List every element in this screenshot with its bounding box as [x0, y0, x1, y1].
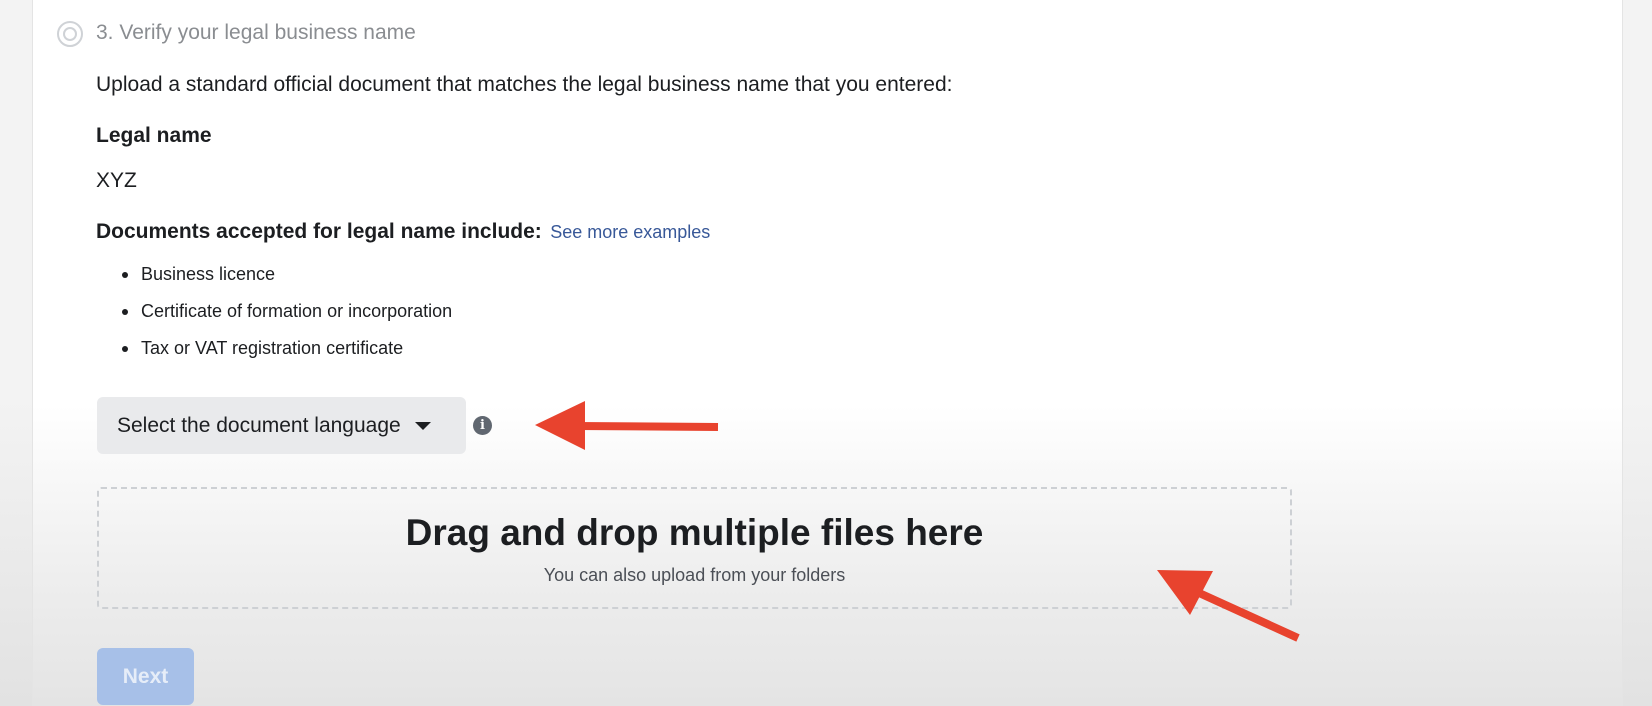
file-dropzone[interactable]: Drag and drop multiple files here You ca… [97, 487, 1292, 609]
see-more-examples-link[interactable]: See more examples [550, 222, 710, 242]
caret-down-icon [414, 421, 431, 430]
list-item: Tax or VAT registration certificate [120, 338, 452, 375]
next-button[interactable]: Next [97, 648, 194, 705]
step-radio-icon [57, 21, 83, 47]
info-icon[interactable]: i [473, 416, 492, 435]
documents-accepted-line: Documents accepted for legal name includ… [96, 220, 710, 244]
dropzone-title: Drag and drop multiple files here [405, 512, 984, 553]
document-language-select[interactable]: Select the document language [97, 397, 466, 454]
legal-name-value: XYZ [96, 169, 137, 192]
step-title: 3. Verify your legal business name [96, 21, 416, 44]
document-list: Business licence Certificate of formatio… [120, 264, 452, 375]
list-item: Certificate of formation or incorporatio… [120, 301, 452, 338]
document-language-select-label: Select the document language [117, 413, 401, 437]
legal-name-label: Legal name [96, 124, 212, 147]
list-item: Business licence [120, 264, 452, 301]
dropzone-subtitle: You can also upload from your folders [543, 565, 846, 585]
upload-instruction: Upload a standard official document that… [96, 73, 953, 96]
documents-accepted-label: Documents accepted for legal name includ… [96, 220, 542, 243]
